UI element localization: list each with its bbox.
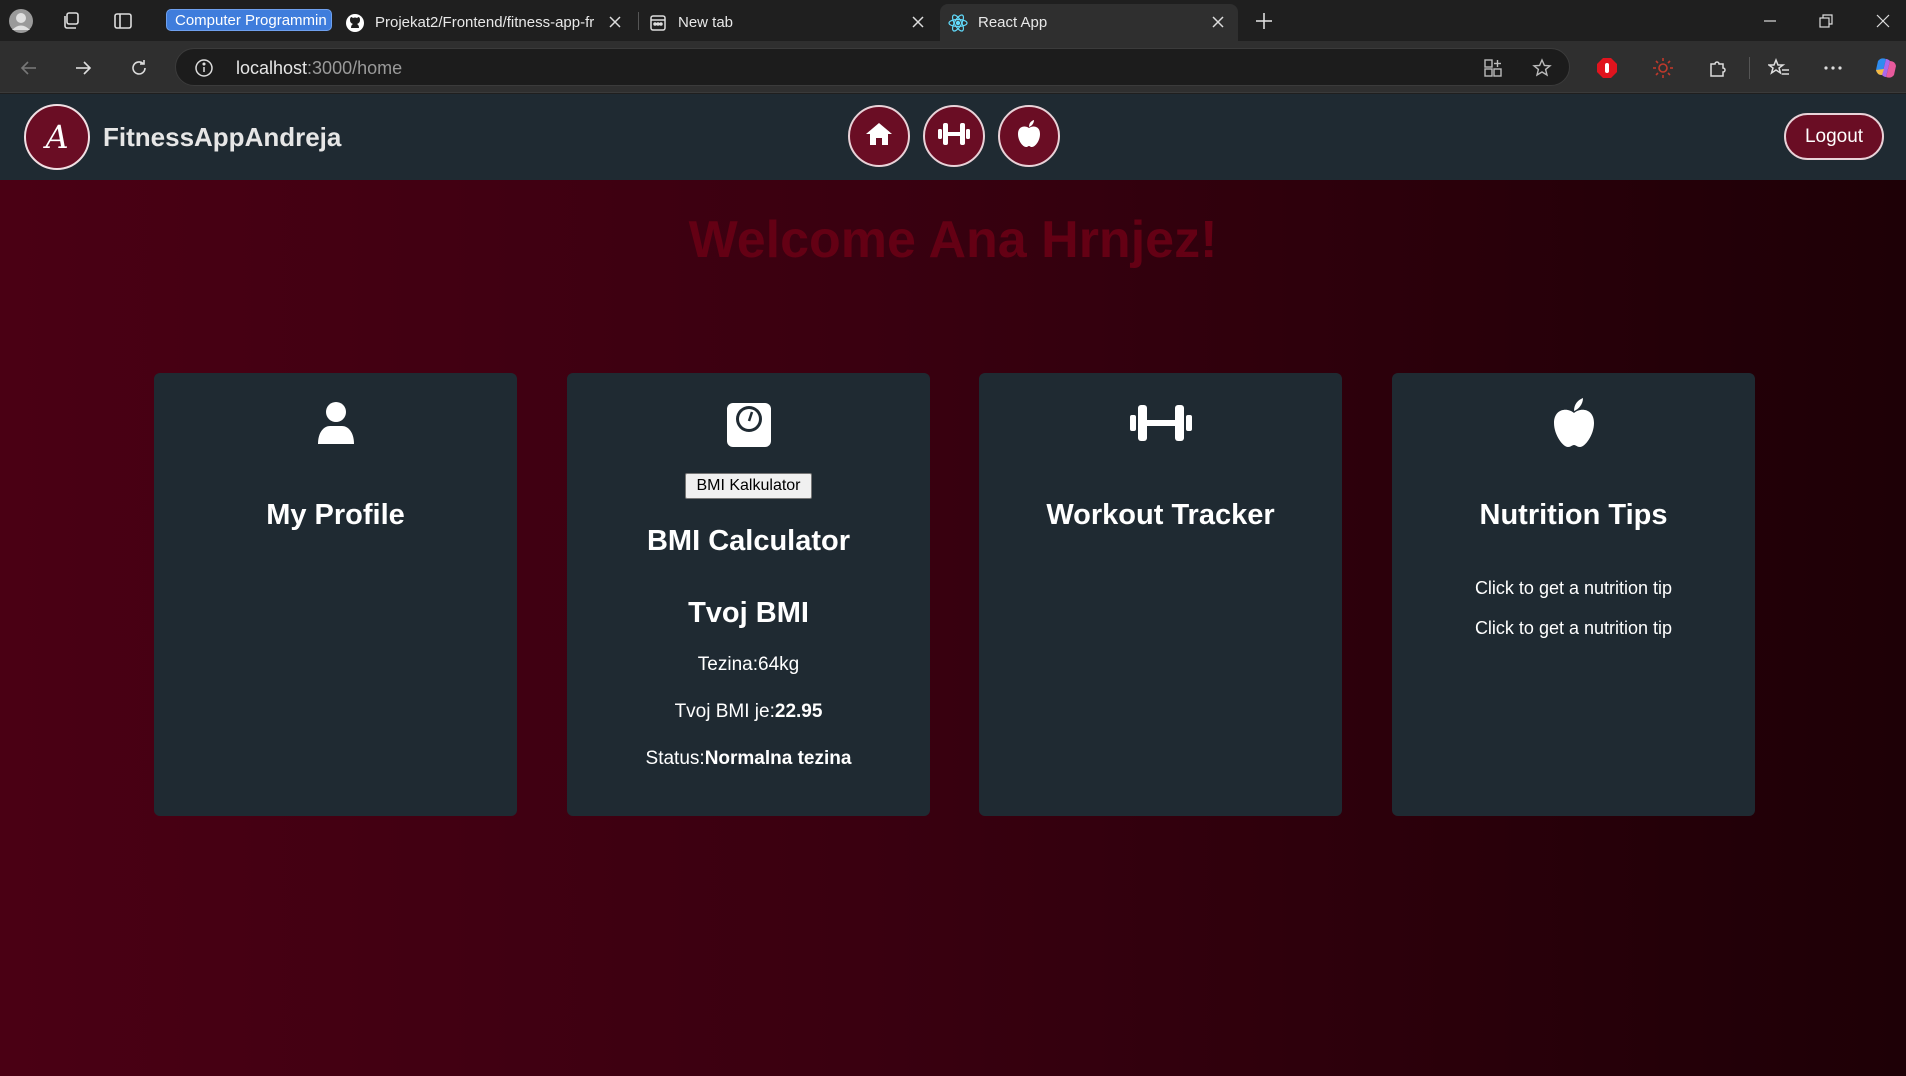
new-tab-plus-icon[interactable] <box>1251 8 1277 34</box>
copilot-icon[interactable] <box>1873 55 1899 81</box>
vertical-tabs-icon[interactable] <box>110 8 136 34</box>
card-workout-tracker[interactable]: Workout Tracker <box>979 373 1342 816</box>
nav-workout-button[interactable] <box>923 105 985 167</box>
tab-label: React App <box>978 14 1048 31</box>
nutrition-tip-link[interactable]: Click to get a nutrition tip <box>1392 618 1755 639</box>
tab-divider <box>638 12 639 30</box>
forward-icon[interactable] <box>68 53 98 83</box>
more-options-icon[interactable] <box>1820 55 1846 81</box>
card-title: BMI Calculator <box>646 525 851 557</box>
home-content: Welcome Ana Hrnjez! My Profile BMI Kalku… <box>0 180 1906 1076</box>
status-value: Normalna tezina <box>704 748 852 769</box>
scale-icon <box>567 395 930 451</box>
tab-github[interactable]: Projekat2/Frontend/fitness-app-fr <box>345 4 635 41</box>
apple-icon <box>1015 119 1043 154</box>
nav-nutrition-button[interactable] <box>998 105 1060 167</box>
logo-letter: A <box>45 118 69 156</box>
address-bar[interactable]: localhost:3000/home <box>175 48 1570 86</box>
close-window-icon[interactable] <box>1870 8 1896 34</box>
bmi-status: Status:Normalna tezina <box>567 748 930 770</box>
url-path: :3000/home <box>307 58 403 78</box>
nav-home-button[interactable] <box>848 105 910 167</box>
apple-icon <box>1392 395 1755 451</box>
tab-new-tab[interactable]: New tab <box>648 4 938 41</box>
card-bmi-calculator: BMI Kalkulator BMI Calculator Tvoj BMI T… <box>567 373 930 816</box>
extensions-puzzle-icon[interactable] <box>1705 55 1731 81</box>
restore-icon[interactable] <box>1813 8 1839 34</box>
adblock-extension-icon[interactable] <box>1594 55 1620 81</box>
close-icon[interactable] <box>1210 14 1226 30</box>
tab-react-app[interactable]: React App <box>940 4 1238 41</box>
browser-toolbar: localhost:3000/home <box>0 41 1906 93</box>
bmi-subtitle: Tvoj BMI <box>688 597 809 629</box>
card-title: Workout Tracker <box>1046 499 1275 531</box>
bmi-result: Tvoj BMI je:22.95 <box>567 701 930 723</box>
tab-label: New tab <box>678 14 734 31</box>
tab-label: Projekat2/Frontend/fitness-app-fr <box>375 14 595 31</box>
site-info-icon[interactable] <box>192 56 216 80</box>
card-my-profile[interactable]: My Profile <box>154 373 517 816</box>
weight-value: 64kg <box>758 654 800 675</box>
app-root: A FitnessAppAndreja Logout Welcome Ana H… <box>0 94 1906 1076</box>
bmi-label: Tvoj BMI je: <box>674 701 775 722</box>
welcome-heading: Welcome Ana Hrnjez! <box>688 211 1218 269</box>
user-icon <box>154 395 517 451</box>
app-navbar: A FitnessAppAndreja Logout <box>0 94 1906 180</box>
status-label: Status: <box>645 748 705 769</box>
bmi-weight: Tezina:64kg <box>567 654 930 676</box>
bmi-kalkulator-button[interactable]: BMI Kalkulator <box>685 473 812 499</box>
app-available-icon[interactable] <box>1481 56 1505 80</box>
new-tab-icon <box>648 13 668 33</box>
logout-button[interactable]: Logout <box>1784 113 1884 160</box>
dumbbell-icon <box>979 395 1342 451</box>
dark-reader-extension-icon[interactable] <box>1650 55 1676 81</box>
url-host: localhost <box>236 58 308 78</box>
home-icon <box>864 119 894 154</box>
tab-group-chip[interactable]: Computer Programmin <box>166 9 332 31</box>
url-text[interactable]: localhost:3000/home <box>236 58 402 79</box>
profile-avatar-icon[interactable] <box>8 8 34 34</box>
back-icon[interactable] <box>14 53 44 83</box>
react-icon <box>948 13 968 33</box>
favorites-icon[interactable] <box>1766 55 1792 81</box>
github-icon <box>345 13 365 33</box>
close-icon[interactable] <box>607 14 623 30</box>
card-title: My Profile <box>266 499 405 531</box>
brand-name[interactable]: FitnessAppAndreja <box>103 122 341 153</box>
bmi-value: 22.95 <box>774 701 823 722</box>
workspaces-icon[interactable] <box>58 8 84 34</box>
browser-tab-bar: Computer Programmin Projekat2/Frontend/f… <box>0 0 1906 41</box>
favorite-star-icon[interactable] <box>1530 56 1554 80</box>
weight-label: Tezina: <box>697 654 758 675</box>
card-nutrition-tips: Nutrition Tips Click to get a nutrition … <box>1392 373 1755 816</box>
nutrition-tip-link[interactable]: Click to get a nutrition tip <box>1392 578 1755 599</box>
reload-icon[interactable] <box>124 53 154 83</box>
dumbbell-icon <box>937 119 971 154</box>
minimize-icon[interactable] <box>1757 8 1783 34</box>
toolbar-divider <box>1749 57 1750 79</box>
brand-logo[interactable]: A <box>24 104 90 170</box>
card-title: Nutrition Tips <box>1479 499 1668 531</box>
close-icon[interactable] <box>910 14 926 30</box>
